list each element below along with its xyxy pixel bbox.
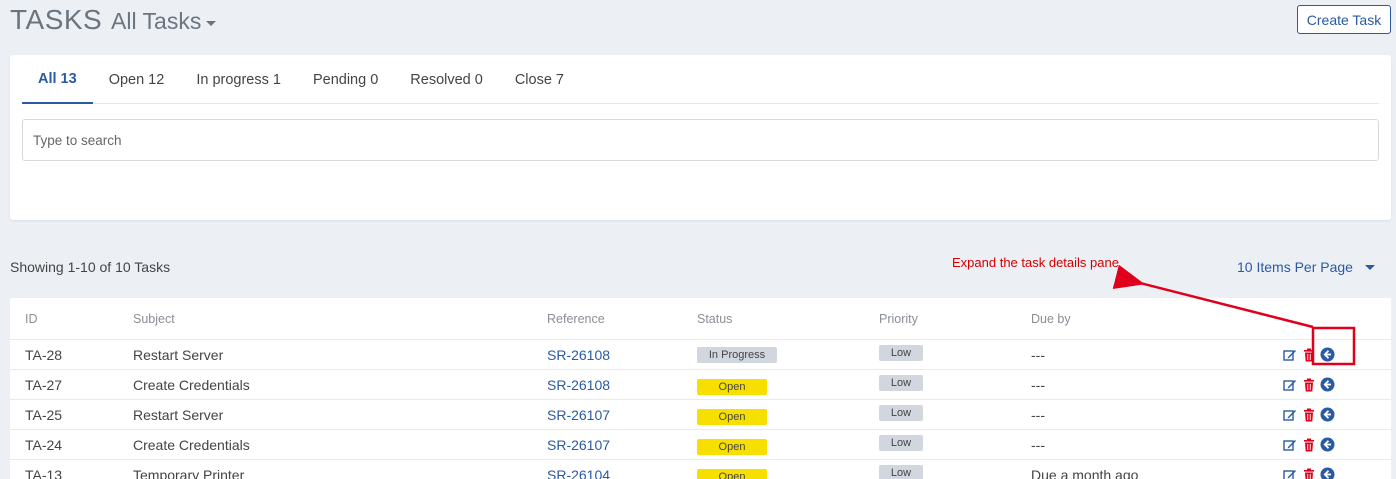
edit-icon[interactable] bbox=[1282, 347, 1297, 362]
edit-icon[interactable] bbox=[1282, 407, 1297, 422]
task-id: TA-27 bbox=[25, 376, 63, 393]
due-by: --- bbox=[1031, 406, 1045, 423]
trash-icon[interactable] bbox=[1301, 437, 1316, 452]
status-badge: Open bbox=[697, 468, 767, 479]
table-row[interactable]: TA-13 Temporary Printer SR-26104 Open Low Due… bbox=[10, 460, 1391, 479]
reference-link[interactable]: SR-26104 bbox=[547, 467, 610, 479]
reference-link[interactable]: SR-26107 bbox=[547, 437, 610, 453]
tasks-page: TASKS All Tasks Create Task All 13 Open … bbox=[0, 0, 1396, 479]
priority-badge: Low bbox=[879, 464, 923, 479]
task-id: TA-25 bbox=[25, 406, 63, 423]
priority-badge: Low bbox=[879, 404, 923, 421]
annotation-label: Expand the task details pane bbox=[952, 255, 1119, 270]
search-input[interactable] bbox=[22, 119, 1379, 161]
caret-down-icon bbox=[1364, 264, 1375, 270]
edit-icon[interactable] bbox=[1282, 437, 1297, 452]
due-by: --- bbox=[1031, 436, 1045, 453]
reference-link[interactable]: SR-26107 bbox=[547, 407, 610, 423]
expand-arrow-icon[interactable] bbox=[1320, 377, 1335, 392]
priority-badge: Low bbox=[879, 344, 923, 361]
tab-close[interactable]: Close 7 bbox=[499, 55, 580, 104]
column-header-reference[interactable]: Reference bbox=[547, 298, 605, 339]
expand-arrow-icon[interactable] bbox=[1320, 467, 1335, 479]
column-header-subject[interactable]: Subject bbox=[133, 298, 175, 339]
expand-arrow-icon[interactable] bbox=[1320, 347, 1335, 362]
tab-pending[interactable]: Pending 0 bbox=[297, 55, 394, 104]
status-badge: Open bbox=[697, 408, 767, 425]
view-selector[interactable]: All Tasks bbox=[111, 8, 217, 35]
results-count: Showing 1-10 of 10 Tasks bbox=[10, 259, 171, 275]
expand-arrow-icon[interactable] bbox=[1320, 437, 1335, 452]
status-badge: In Progress bbox=[697, 346, 777, 363]
priority-badge: Low bbox=[879, 374, 923, 391]
task-subject: Create Credentials bbox=[133, 436, 250, 453]
task-subject: Restart Server bbox=[133, 406, 224, 423]
task-id: TA-28 bbox=[25, 346, 63, 363]
due-by: --- bbox=[1031, 376, 1045, 393]
items-per-page-dropdown[interactable]: 10 Items Per Page bbox=[1237, 259, 1375, 275]
status-badge: Open bbox=[697, 438, 767, 455]
tab-resolved[interactable]: Resolved 0 bbox=[394, 55, 499, 104]
table-row[interactable]: TA-28 Restart Server SR-26108 In Progress Lo… bbox=[10, 340, 1391, 370]
table-header: ID Subject Reference Status Priority Due… bbox=[10, 298, 1391, 340]
caret-down-icon bbox=[206, 21, 217, 26]
column-header-due-by[interactable]: Due by bbox=[1031, 298, 1071, 339]
edit-icon[interactable] bbox=[1282, 377, 1297, 392]
status-tabs: All 13 Open 12 In progress 1 Pending 0 R… bbox=[22, 55, 1379, 104]
task-subject: Temporary Printer bbox=[133, 466, 245, 479]
status-badge: Open bbox=[697, 378, 767, 395]
trash-icon[interactable] bbox=[1301, 407, 1316, 422]
tab-in-progress[interactable]: In progress 1 bbox=[180, 55, 297, 104]
tasks-table: ID Subject Reference Status Priority Due… bbox=[10, 298, 1391, 479]
task-subject: Restart Server bbox=[133, 346, 224, 363]
page-title: TASKS bbox=[10, 4, 103, 35]
trash-icon[interactable] bbox=[1301, 347, 1316, 362]
tab-all[interactable]: All 13 bbox=[22, 55, 93, 104]
reference-link[interactable]: SR-26108 bbox=[547, 377, 610, 393]
table-row[interactable]: TA-25 Restart Server SR-26107 Open Low --- bbox=[10, 400, 1391, 430]
task-id: TA-24 bbox=[25, 436, 63, 453]
table-row[interactable]: TA-27 Create Credentials SR-26108 Open Low --… bbox=[10, 370, 1391, 400]
column-header-id[interactable]: ID bbox=[25, 298, 38, 339]
trash-icon[interactable] bbox=[1301, 377, 1316, 392]
filter-card: All 13 Open 12 In progress 1 Pending 0 R… bbox=[10, 55, 1391, 220]
edit-icon[interactable] bbox=[1282, 467, 1297, 479]
trash-icon[interactable] bbox=[1301, 467, 1316, 479]
tab-open[interactable]: Open 12 bbox=[93, 55, 181, 104]
create-task-button[interactable]: Create Task bbox=[1297, 5, 1391, 34]
due-by: --- bbox=[1031, 346, 1045, 363]
task-id: TA-13 bbox=[25, 466, 63, 479]
items-per-page-label: 10 Items Per Page bbox=[1237, 259, 1353, 275]
expand-arrow-icon[interactable] bbox=[1320, 407, 1335, 422]
due-by: Due a month ago bbox=[1031, 466, 1139, 479]
table-row[interactable]: TA-24 Create Credentials SR-26107 Open Low --… bbox=[10, 430, 1391, 460]
column-header-status[interactable]: Status bbox=[697, 298, 732, 339]
task-subject: Create Credentials bbox=[133, 376, 250, 393]
reference-link[interactable]: SR-26108 bbox=[547, 347, 610, 363]
priority-badge: Low bbox=[879, 434, 923, 451]
view-selector-label: All Tasks bbox=[111, 8, 202, 34]
column-header-priority[interactable]: Priority bbox=[879, 298, 918, 339]
